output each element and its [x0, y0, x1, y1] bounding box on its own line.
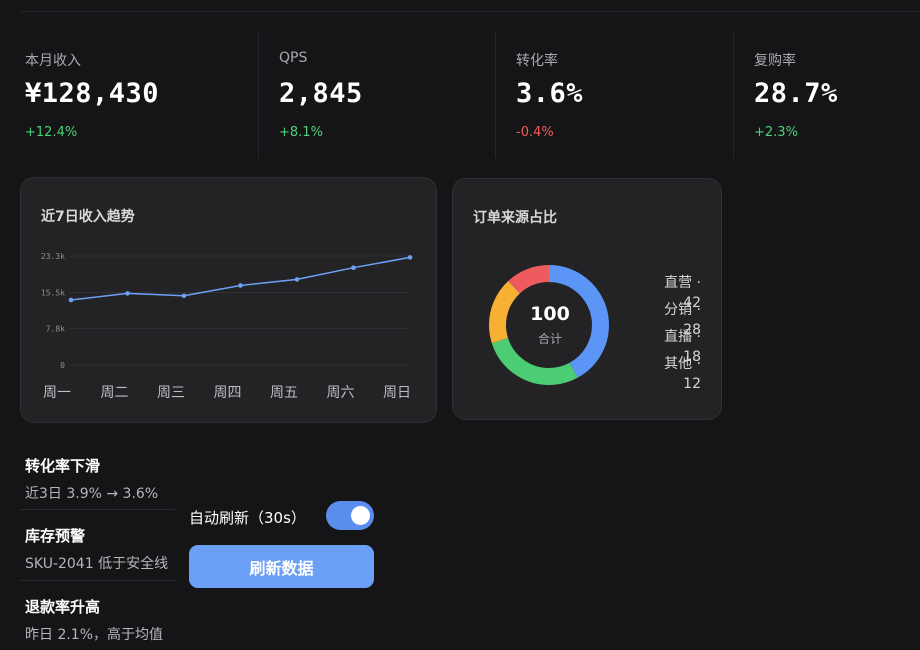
donut-total-label: 合计: [537, 332, 562, 346]
dashboard: 本月收入 ¥128,430 +12.4% QPS 2,845 +8.1% 转化率…: [0, 0, 920, 650]
x-tick-label: 周四: [214, 385, 242, 401]
kpi-card-conversion: 转化率 3.6% -0.4%: [516, 32, 726, 158]
kpi-label: QPS: [279, 50, 308, 66]
x-tick-label: 周二: [101, 385, 129, 401]
x-tick-label: 周日: [383, 385, 411, 401]
alert-title: 退款率升高: [25, 598, 101, 616]
alert-desc: SKU-2041 低于安全线: [25, 556, 169, 572]
auto-refresh-label: 自动刷新（30s）: [189, 509, 306, 527]
alert-desc: 近3日 3.9% → 3.6%: [25, 486, 159, 502]
top-divider: [20, 11, 920, 12]
kpi-card-revenue: 本月收入 ¥128,430 +12.4%: [25, 32, 255, 158]
alert-item-conversion[interactable]: 转化率下滑 近3日 3.9% → 3.6%: [25, 455, 175, 503]
revenue-series-line: [70, 256, 411, 301]
kpi-label: 本月收入: [25, 53, 81, 69]
data-point: [351, 265, 356, 270]
y-tick-label: 7.8k: [46, 325, 65, 334]
revenue-line-chart: 0 7.8k 15.5k 23.3k 周一 周二 周三 周四 周五 周六 周日: [41, 252, 413, 401]
legend-item-distribution: 分销 · 28: [664, 302, 701, 338]
kpi-value: 2,845: [279, 78, 363, 109]
kpi-delta: +2.3%: [754, 125, 798, 140]
alert-item-refund[interactable]: 退款率升高 昨日 2.1%，高于均值: [25, 596, 175, 644]
kpi-delta: +12.4%: [25, 125, 78, 140]
x-tick-label: 周一: [43, 385, 71, 401]
alert-divider: [20, 580, 175, 581]
kpi-card-qps: QPS 2,845 +8.1%: [279, 32, 489, 158]
kpi-label: 转化率: [516, 53, 558, 69]
y-tick-label: 23.3k: [41, 252, 65, 261]
data-point: [68, 297, 74, 303]
kpi-value: 28.7%: [754, 78, 838, 109]
data-point: [125, 291, 130, 296]
alert-item-inventory[interactable]: 库存预警 SKU-2041 低于安全线: [25, 525, 175, 573]
kpi-value: 3.6%: [516, 78, 584, 109]
kpi-label: 复购率: [754, 53, 796, 69]
legend-item-direct: 直营 · 42: [664, 275, 701, 311]
x-tick-label: 周五: [270, 385, 298, 401]
x-tick-label: 周六: [327, 385, 355, 401]
y-tick-label: 0: [60, 361, 65, 370]
toggle-knob: [351, 506, 370, 525]
x-tick-label: 周三: [157, 385, 185, 401]
alert-title: 转化率下滑: [25, 457, 101, 475]
donut-legend: 直营 · 42 分销 · 28 直播 · 18 其他 · 12: [643, 273, 701, 392]
legend-item-livestream: 直播 · 18: [664, 329, 701, 365]
data-point: [238, 283, 243, 288]
order-source-card: 订单来源占比 100 合计 直营 · 42 分销 · 28 直播 · 18 其他…: [452, 178, 722, 420]
data-point: [294, 277, 300, 282]
alert-desc: 昨日 2.1%，高于均值: [25, 627, 164, 643]
kpi-value: ¥128,430: [25, 78, 160, 109]
kpi-card-repurchase: 复购率 28.7% +2.3%: [754, 32, 914, 158]
legend-item-other: 其他 · 12: [664, 356, 701, 392]
alert-title: 库存预警: [25, 527, 86, 545]
data-point: [407, 255, 413, 260]
refresh-data-button[interactable]: 刷新数据: [189, 545, 374, 588]
donut-total-value: 100: [530, 303, 570, 325]
y-tick-label: 15.5k: [41, 288, 65, 297]
kpi-divider: [495, 32, 496, 158]
alert-divider: [20, 509, 175, 510]
data-point: [181, 293, 187, 299]
kpi-divider: [258, 32, 259, 158]
revenue-trend-card: 近7日收入趋势 0 7.8k 15.5k 23.3k 周一 周二 周三 周四 周五 周六 周日: [20, 177, 437, 423]
kpi-delta: +8.1%: [279, 125, 323, 140]
kpi-divider: [733, 32, 734, 158]
kpi-delta: -0.4%: [516, 125, 554, 140]
auto-refresh-toggle[interactable]: [326, 501, 374, 530]
